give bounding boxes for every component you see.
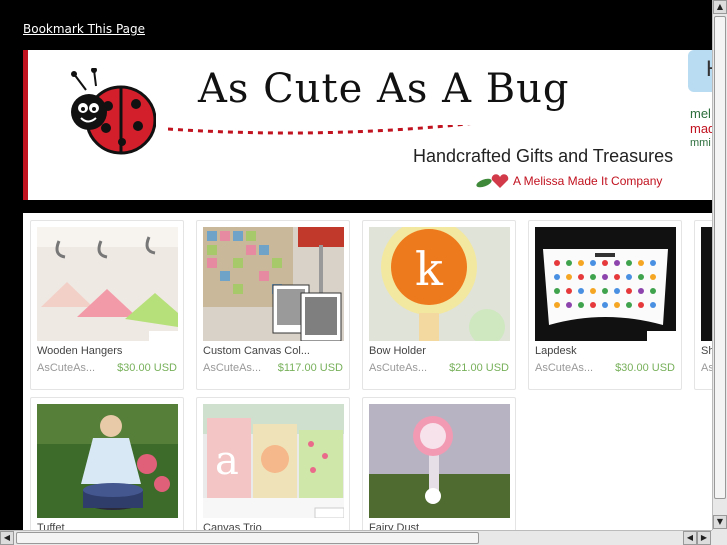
scroll-up-arrow-icon[interactable]: ▲ bbox=[713, 0, 727, 14]
product-price: $117.00 USD bbox=[277, 362, 343, 374]
product-image[interactable]: k bbox=[369, 227, 510, 341]
product-card[interactable]: Wooden Hangers AsCuteAs... $30.00 USD bbox=[30, 220, 184, 390]
banner-title: As Cute As A Bug bbox=[198, 66, 570, 112]
product-name[interactable]: Wooden Hangers bbox=[37, 345, 178, 357]
banner-subtitle: Handcrafted Gifts and Treasures bbox=[413, 146, 674, 166]
canvas-trio-photo: a bbox=[203, 404, 344, 518]
dotted-trail-decoration bbox=[168, 125, 471, 135]
product-price: $21.00 USD bbox=[449, 362, 509, 374]
product-shop[interactable]: AsCuteAs... bbox=[535, 362, 593, 374]
product-name[interactable]: Bow Holder bbox=[369, 345, 510, 357]
product-price: $30.00 USD bbox=[615, 362, 675, 374]
product-shop[interactable]: AsCuteAs... bbox=[203, 362, 261, 374]
product-image[interactable] bbox=[203, 227, 344, 341]
scroll-left-arrow-icon[interactable]: ◀ bbox=[0, 531, 14, 545]
product-card[interactable]: Lapdesk AsCuteAs... $30.00 USD bbox=[528, 220, 682, 390]
product-name[interactable]: Custom Canvas Col... bbox=[203, 345, 344, 357]
product-name[interactable]: Lapdesk bbox=[535, 345, 676, 357]
horizontal-scrollbar[interactable]: ◀ ◀ ▶ bbox=[0, 530, 712, 545]
heart-leaf-icon bbox=[476, 174, 509, 188]
bookmark-link[interactable]: Bookmark This Page bbox=[23, 22, 145, 36]
scroll-right-arrow-icon[interactable]: ▶ bbox=[697, 531, 711, 545]
product-name[interactable]: Fairy Dust bbox=[369, 522, 510, 530]
side-brand-line-1: mel bbox=[690, 106, 711, 121]
product-card[interactable]: a Canvas Trio bbox=[196, 397, 350, 530]
side-brand-line-3: mmi bbox=[690, 137, 711, 149]
lapdesk-photo bbox=[535, 227, 676, 341]
side-brand-line-2: mad bbox=[690, 121, 712, 136]
shop-banner: As Cute As A Bug Handcrafted Gifts and T… bbox=[23, 50, 712, 200]
banner-company-tagline: A Melissa Made It Company bbox=[513, 174, 663, 188]
fairy-dust-photo bbox=[369, 404, 510, 518]
product-shop[interactable]: AsCuteAs... bbox=[37, 362, 95, 374]
vertical-scrollbar[interactable]: ▲ ▼ bbox=[712, 0, 727, 530]
product-card[interactable]: k Bow Holder AsCuteAs... $21.00 USD bbox=[362, 220, 516, 390]
bow-holder-photo: k bbox=[369, 227, 510, 341]
hangers-photo bbox=[37, 227, 178, 341]
product-image[interactable] bbox=[37, 227, 178, 341]
horizontal-scroll-thumb[interactable] bbox=[16, 532, 479, 544]
side-tab[interactable]: H bbox=[688, 50, 712, 92]
product-card[interactable]: Tuffet bbox=[30, 397, 184, 530]
product-card[interactable]: Custom Canvas Col... AsCuteAs... $117.00… bbox=[196, 220, 350, 390]
scroll-down-arrow-icon[interactable]: ▼ bbox=[713, 515, 727, 529]
ladybug-logo-icon bbox=[71, 68, 156, 155]
svg-text:k: k bbox=[415, 242, 444, 296]
scrollbar-corner bbox=[712, 530, 727, 545]
product-name[interactable]: Sh bbox=[701, 345, 712, 357]
product-gallery: Wooden Hangers AsCuteAs... $30.00 USD Cu… bbox=[23, 213, 712, 530]
product-name[interactable]: Canvas Trio bbox=[203, 522, 344, 530]
product-name[interactable]: Tuffet bbox=[37, 522, 178, 530]
product-image[interactable]: a bbox=[203, 404, 344, 518]
product-shop[interactable]: As bbox=[701, 362, 712, 374]
partial-product-photo bbox=[701, 227, 712, 341]
tuffet-photo bbox=[37, 404, 178, 518]
product-image[interactable] bbox=[701, 227, 712, 341]
product-card[interactable]: Sh As bbox=[694, 220, 712, 390]
product-image[interactable] bbox=[37, 404, 178, 518]
product-image[interactable] bbox=[535, 227, 676, 341]
product-card[interactable]: Fairy Dust bbox=[362, 397, 516, 530]
browser-viewport: Bookmark This Page As Cute As A Bug Hand… bbox=[0, 0, 712, 530]
vertical-scroll-thumb[interactable] bbox=[714, 16, 726, 499]
product-shop[interactable]: AsCuteAs... bbox=[369, 362, 427, 374]
canvas-collage-photo bbox=[203, 227, 344, 341]
svg-text:a: a bbox=[215, 438, 239, 484]
scroll-left-arrow-icon[interactable]: ◀ bbox=[683, 531, 697, 545]
side-brand-text: mel mad mmi bbox=[690, 106, 712, 151]
product-image[interactable] bbox=[369, 404, 510, 518]
product-price: $30.00 USD bbox=[117, 362, 177, 374]
